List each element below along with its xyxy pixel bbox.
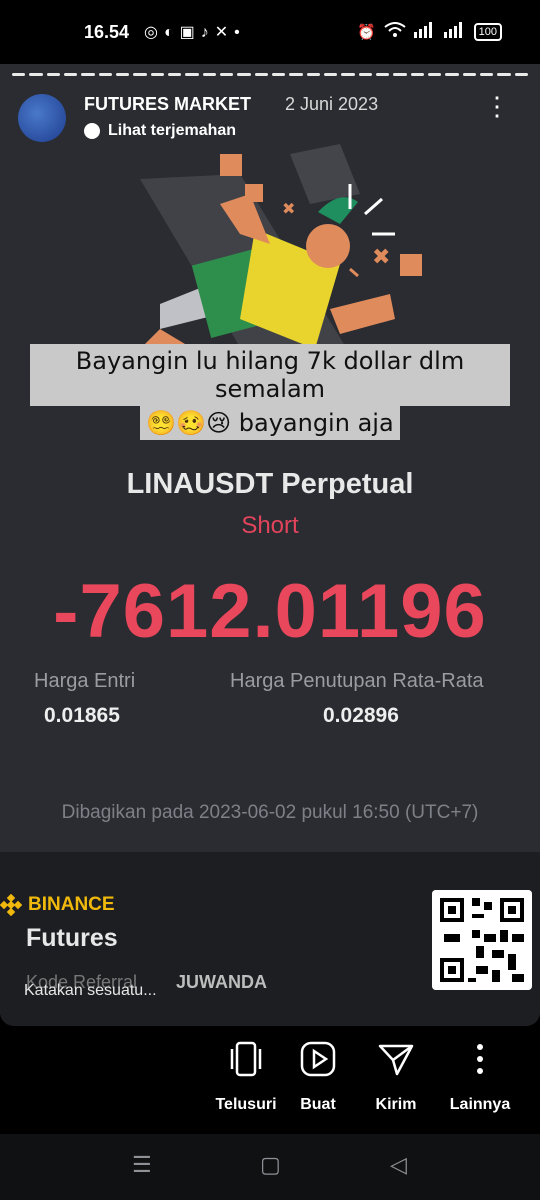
battery-indicator: 100: [473, 23, 502, 41]
caption-line-2: 😵‍💫🥴😢 bayangin aja: [140, 406, 400, 440]
referral-code: JUWANDA: [176, 972, 268, 992]
author-avatar[interactable]: [18, 94, 66, 142]
more-icon: [477, 1044, 483, 1074]
more-options-icon[interactable]: ⋮: [484, 93, 510, 119]
story-actions: Telusuri Buat Kirim Lainnya: [0, 1026, 540, 1132]
story-caption: Bayangin lu hilang 7k dollar dlm semalam…: [30, 344, 510, 440]
play-icon: [300, 1041, 336, 1077]
qr-code: [432, 890, 532, 990]
tiktok-icon: ♪: [200, 24, 215, 41]
send-button[interactable]: Kirim: [356, 1040, 436, 1114]
entry-price-label: Harga Entri: [34, 670, 136, 692]
binance-footer: BINANCE Futures Kode Referral JUWANDA Ka…: [0, 852, 540, 1026]
more-label: Lainnya: [449, 1096, 511, 1113]
create-label: Buat: [300, 1096, 336, 1113]
product-name: Futures: [26, 924, 118, 952]
post-date: 2 Juni 2023: [285, 94, 379, 114]
send-label: Kirim: [375, 1096, 417, 1113]
story-viewer[interactable]: FUTURES MARKET 2 Juni 2023 Lihat terjema…: [0, 64, 540, 1026]
shopee-icon: ▣: [179, 24, 201, 41]
home-icon[interactable]: ▢: [260, 1152, 281, 1178]
browse-icon: [230, 1041, 262, 1077]
binance-logo: BINANCE: [0, 894, 115, 916]
status-bar: 16.54 ◎◐▣♪✕• ⏰ 100: [0, 0, 540, 64]
close-price-value: 0.02896: [323, 704, 399, 727]
binance-icon: [0, 894, 22, 916]
translate-icon: [84, 123, 100, 139]
notification-icons: ◎◐▣♪✕•: [144, 22, 246, 42]
instagram-icon: ◎: [144, 24, 164, 41]
svg-text:✖: ✖: [372, 245, 390, 270]
close-price-label: Harga Penutupan Rata-Rata: [230, 670, 484, 692]
signal-icon-2: [443, 22, 466, 42]
browse-label: Telusuri: [215, 1096, 277, 1113]
menu-icon[interactable]: ☰: [132, 1152, 152, 1178]
system-nav-bar: ☰ ▢ ◁: [0, 1134, 540, 1200]
status-right: ⏰ 100: [357, 22, 502, 42]
alarm-icon: ⏰: [356, 24, 376, 41]
create-button[interactable]: Buat: [278, 1040, 358, 1114]
wifi-icon: [384, 22, 406, 42]
edge-icon: ◐: [163, 24, 180, 41]
back-icon[interactable]: ◁: [390, 1152, 407, 1178]
signal-icon: [413, 22, 436, 42]
send-icon: [378, 1044, 414, 1076]
svg-text:✖: ✖: [282, 199, 295, 218]
dot-icon: •: [234, 24, 246, 41]
trading-pair: LINAUSDT Perpetual: [126, 468, 414, 500]
entry-price-value: 0.01865: [44, 704, 120, 727]
shared-timestamp: Dibagikan pada 2023-06-02 pukul 16:50 (U…: [61, 802, 479, 823]
author-name[interactable]: FUTURES MARKET: [84, 94, 251, 115]
status-time: 16.54: [84, 22, 130, 42]
pnl-value: -7612.01196: [53, 569, 487, 654]
reply-input[interactable]: Katakan sesuatu...: [24, 982, 157, 1000]
caption-line-1: Bayangin lu hilang 7k dollar dlm semalam: [30, 344, 510, 406]
binance-label: BINANCE: [28, 894, 115, 915]
story-progress: [12, 73, 528, 76]
browse-button[interactable]: Telusuri: [206, 1040, 286, 1114]
more-button[interactable]: Lainnya: [440, 1040, 520, 1114]
capcut-icon: ✕: [214, 24, 235, 41]
position-side: Short: [241, 512, 299, 539]
